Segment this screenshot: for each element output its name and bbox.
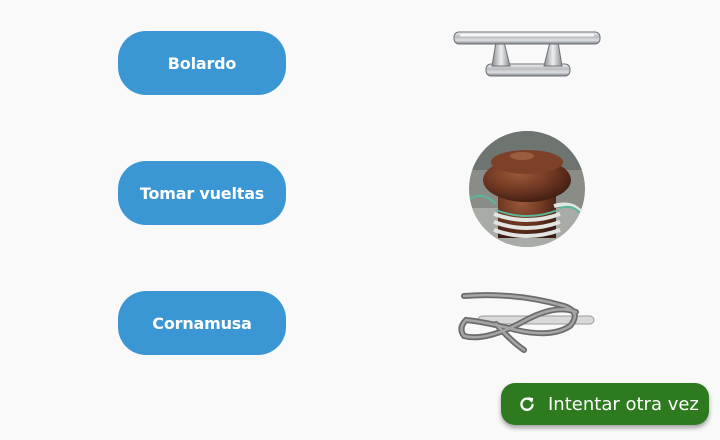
bollard-with-rope-photo[interactable] — [468, 130, 586, 248]
retry-label: Intentar otra vez — [548, 393, 699, 415]
refresh-icon — [520, 397, 534, 411]
retry-button[interactable]: Intentar otra vez — [501, 383, 709, 425]
term-label: Tomar vueltas — [139, 183, 265, 203]
rope-on-cleat-icon[interactable] — [456, 290, 598, 356]
term-button-cornamusa[interactable]: Cornamusa — [118, 291, 286, 355]
matching-activity: Bolardo Tomar vueltas Cornamusa Intentar… — [0, 0, 720, 440]
term-label: Cornamusa — [152, 313, 252, 333]
cleat-icon[interactable] — [452, 28, 602, 80]
term-label: Bolardo — [167, 53, 237, 73]
term-button-tomar-vueltas[interactable]: Tomar vueltas — [118, 161, 286, 225]
term-button-bolardo[interactable]: Bolardo — [118, 31, 286, 95]
